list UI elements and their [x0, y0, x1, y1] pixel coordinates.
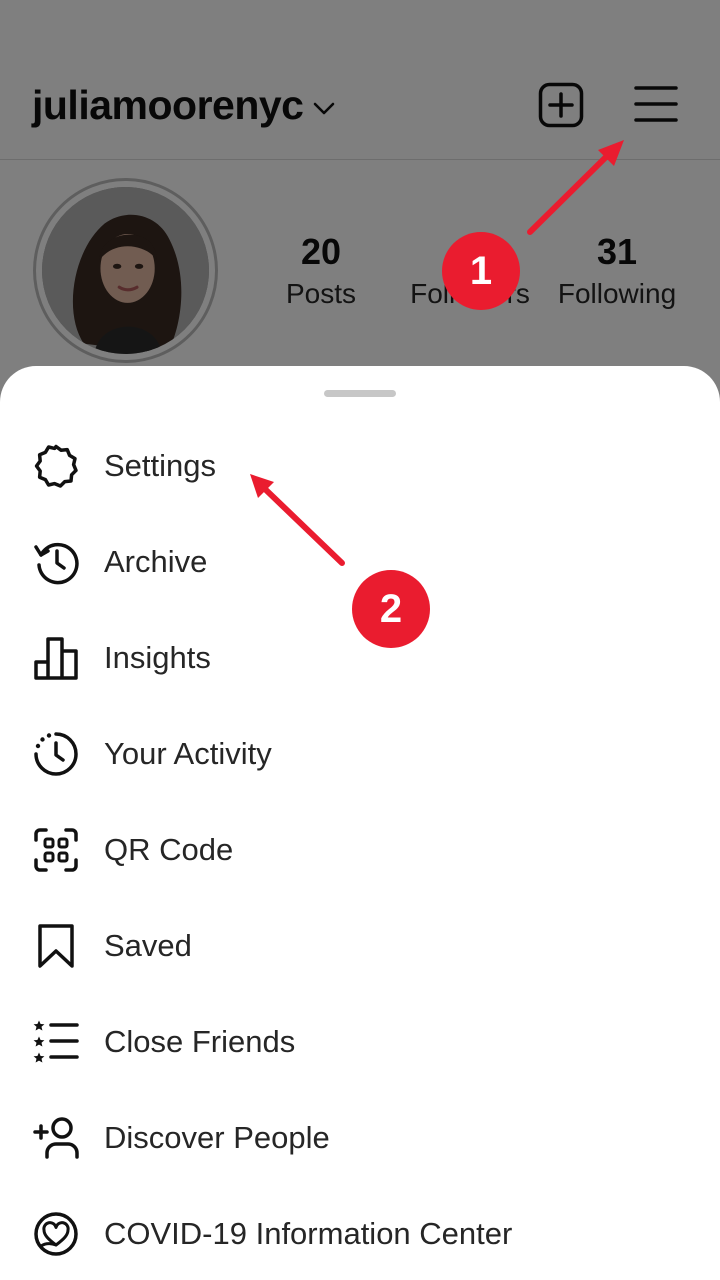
- menu-item-label: QR Code: [104, 832, 234, 867]
- close-friends-list-icon: [31, 1017, 81, 1067]
- bookmark-icon: [31, 921, 81, 971]
- menu-item-covid-info[interactable]: COVID-19 Information Center: [0, 1186, 720, 1280]
- step-badge-1: 1: [442, 232, 520, 310]
- menu-item-qr-code[interactable]: QR Code: [0, 802, 720, 898]
- settings-gear-icon: [31, 441, 81, 491]
- sheet-drag-handle[interactable]: [324, 390, 396, 397]
- menu-item-label: Insights: [104, 640, 211, 675]
- menu-item-label: Saved: [104, 928, 192, 963]
- menu-item-discover-people[interactable]: Discover People: [0, 1090, 720, 1186]
- menu-item-saved[interactable]: Saved: [0, 898, 720, 994]
- menu-item-label: Discover People: [104, 1120, 330, 1155]
- menu-item-label: Close Friends: [104, 1024, 296, 1059]
- menu-item-close-friends[interactable]: Close Friends: [0, 994, 720, 1090]
- menu-item-label: Archive: [104, 544, 208, 579]
- add-person-icon: [31, 1113, 81, 1163]
- options-bottom-sheet: Settings Archive Insights Your Activity …: [0, 366, 720, 1280]
- qr-code-icon: [31, 825, 81, 875]
- menu-item-label: Your Activity: [104, 736, 272, 771]
- insights-bar-chart-icon: [31, 633, 81, 683]
- activity-clock-icon: [31, 729, 81, 779]
- menu-item-your-activity[interactable]: Your Activity: [0, 706, 720, 802]
- archive-history-icon: [31, 537, 81, 587]
- menu-item-label: Settings: [104, 448, 217, 483]
- menu-item-label: COVID-19 Information Center: [104, 1216, 513, 1251]
- menu-item-settings[interactable]: Settings: [0, 418, 720, 514]
- step-badge-2: 2: [352, 570, 430, 648]
- covid-heart-icon: [31, 1209, 81, 1259]
